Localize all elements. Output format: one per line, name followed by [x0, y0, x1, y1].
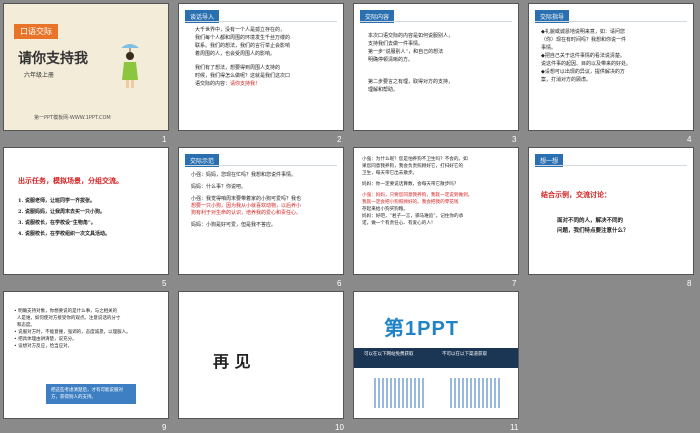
- slide-main-title: 请你支持我: [18, 51, 88, 67]
- slide-number-6: 6: [337, 279, 342, 288]
- goodbye-text: 再 见: [213, 352, 251, 371]
- slide-number-11: 11: [510, 423, 519, 432]
- slide-number-8: 8: [687, 279, 692, 288]
- slide-footer: 第一PPT模板网-WWW.1PPT.COM: [34, 115, 111, 121]
- slide-body: 本次口语交际的内容是如何说服别人， 支持我们去做一件事情。 第一步“说服别人”，…: [368, 33, 454, 93]
- slide-thumbnail-2[interactable]: 谈话导入 大千世界中，没有一个人是孤立存在的， 我们每个人都和周围的环境发生千丝…: [178, 3, 344, 131]
- divider: [535, 165, 687, 166]
- slide-number-9: 9: [162, 423, 167, 432]
- slide-heading: 出示任务，模拟场景，分组交流。: [18, 177, 123, 185]
- divider: [360, 21, 512, 22]
- left-banner-title: 可以在以下网站免费获取: [364, 352, 414, 357]
- slide-body: 大千世界中，没有一个人是孤立存在的， 我们每个人都和周围的环境发生千丝万缕的 联…: [195, 27, 291, 87]
- slide-heading: 结合示例，交流讨论：: [541, 191, 611, 199]
- slide-thumbnail-1[interactable]: 口语交际 请你支持我 六年级上册 第一PPT模板网-WWW.1PPT.COM: [3, 3, 169, 131]
- slide-number-7: 7: [512, 279, 517, 288]
- slide-thumbnail-7[interactable]: 小强：为什么呢？您是怕养狗不卫生吗？不会的。如 果您同意我养狗，我会负责照顾好它…: [353, 147, 519, 275]
- summary-box: 把这些考虑清楚后，才有可能说服对方，获得别人的支持。: [46, 384, 136, 404]
- slide-thumbnail-3[interactable]: 交际内容 本次口语交际的内容是如何说服别人， 支持我们去做一件事情。 第一步“说…: [353, 3, 519, 131]
- slide-thumbnail-10[interactable]: 再 见: [178, 291, 344, 419]
- divider: [535, 21, 687, 22]
- slide-number-2: 2: [337, 135, 342, 144]
- slide-body: 小强：为什么呢？您是怕养狗不卫生吗？不会的。如 果您同意我养狗，我会负责照顾好它…: [362, 157, 473, 226]
- umbrella-girl-illustration: [117, 42, 143, 96]
- slide-body: 小强：妈妈，您现在忙吗？我想和您说件事情。 妈妈：什么事？你说吧。 小强：我觉得…: [191, 172, 302, 228]
- divider: [185, 165, 337, 166]
- slide-body: 1. 说服老师，让班同学一齐拔张。 2. 说服妈妈，让我周末去买一只小狗。 3.…: [18, 198, 110, 237]
- divider: [185, 21, 337, 22]
- qr-code-area-right: [450, 378, 500, 408]
- brand-logo: 第1PPT: [384, 318, 460, 340]
- slide-body: • 明确支持对象，你想要说的是什么事，与之相关的 人是谁，如何使对方接受你的观点…: [14, 309, 131, 349]
- slide-thumbnail-6[interactable]: 交际示范 小强：妈妈，您现在忙吗？我想和您说件事情。 妈妈：什么事？你说吧。 小…: [178, 147, 344, 275]
- slide-number-1: 1: [162, 135, 167, 144]
- slide-body: 面对不同的人，解决不同的 问题，我们特点要注意什么？: [557, 218, 629, 234]
- slide-number-3: 3: [512, 135, 517, 144]
- info-banner: 可以在以下网站免费获取 不可以在以下渠道获取: [354, 348, 518, 368]
- qr-code-area-left: [374, 378, 424, 408]
- slide-thumbnail-9[interactable]: • 明确支持对象，你想要说的是什么事，与之相关的 人是谁，如何使对方接受你的观点…: [3, 291, 169, 419]
- slide-thumbnail-5[interactable]: 出示任务，模拟场景，分组交流。 1. 说服老师，让班同学一齐拔张。 2. 说服妈…: [3, 147, 169, 275]
- slide-number-10: 10: [335, 423, 344, 432]
- slide-title-tag: 口语交际: [14, 24, 58, 39]
- slide-thumbnail-11[interactable]: 第1PPT 可以在以下网站免费获取 不可以在以下渠道获取: [353, 291, 519, 419]
- slide-number-4: 4: [687, 135, 692, 144]
- right-banner-title: 不可以在以下渠道获取: [442, 352, 487, 357]
- slide-thumbnail-4[interactable]: 交际指导 ◆礼貌或诚恳地说明来意，如：请问您 （你）现在有时间吗？我想和你说一件…: [528, 3, 694, 131]
- slide-number-5: 5: [162, 279, 167, 288]
- highlight-text: 请你支持我！: [230, 81, 261, 87]
- slide-subtitle: 六年级上册: [24, 72, 55, 79]
- slide-body: ◆礼貌或诚恳地说明来意，如：请问您 （你）现在有时间吗？我想和你说一件 事情。 …: [541, 29, 632, 83]
- slide-thumbnail-8[interactable]: 想一想 结合示例，交流讨论： 面对不同的人，解决不同的 问题，我们特点要注意什么…: [528, 147, 694, 275]
